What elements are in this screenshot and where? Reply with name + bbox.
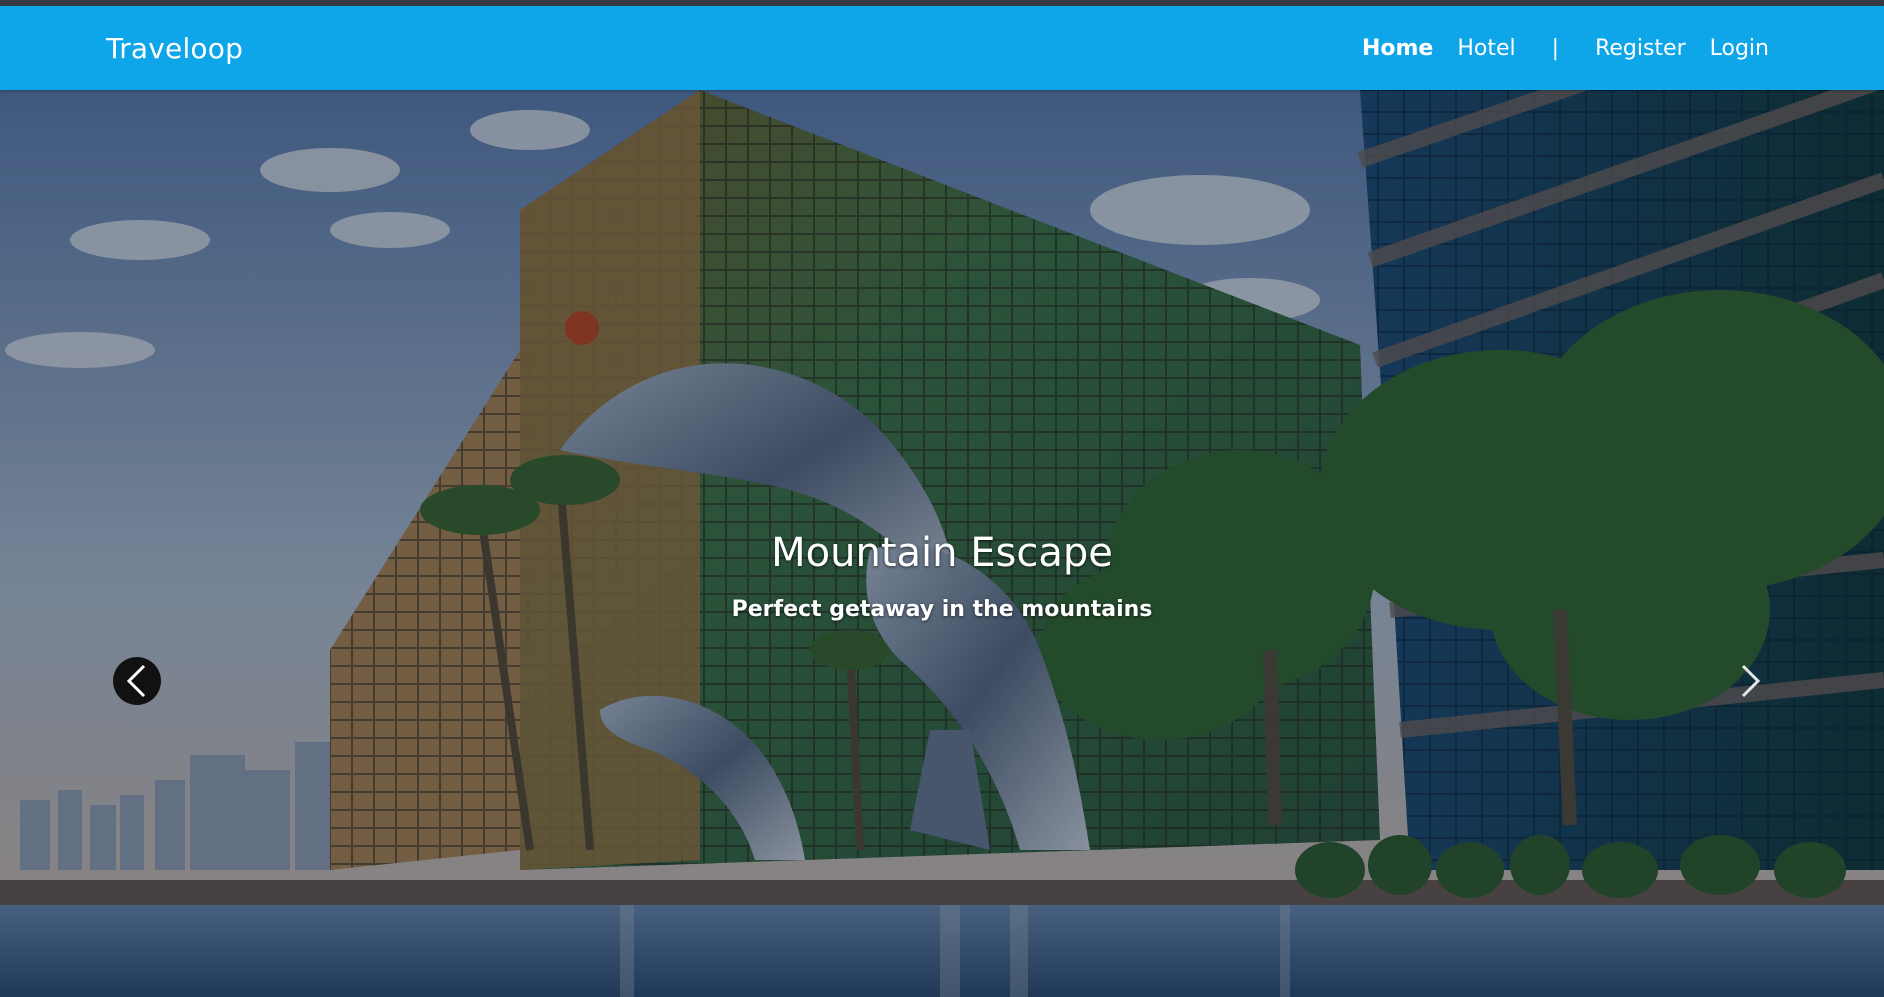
nav-link-register[interactable]: Register [1595, 36, 1686, 61]
nav-link-home[interactable]: Home [1362, 36, 1433, 61]
slide-title: Mountain Escape [771, 530, 1113, 576]
carousel-next-button[interactable] [1726, 657, 1774, 705]
nav-links: Home Hotel | Register Login [1362, 36, 1769, 61]
slide-subtitle: Perfect getaway in the mountains [731, 597, 1153, 622]
chevron-right-icon [1741, 664, 1761, 698]
chevron-left-icon [126, 664, 146, 698]
nav-link-login[interactable]: Login [1710, 36, 1769, 61]
nav-link-hotel[interactable]: Hotel [1457, 36, 1515, 61]
nav-separator: | [1551, 36, 1560, 61]
brand-logo[interactable]: Traveloop [106, 32, 243, 65]
hero-carousel: Mountain Escape Perfect getaway in the m… [0, 90, 1884, 997]
carousel-prev-button[interactable] [113, 657, 161, 705]
navbar: Traveloop Home Hotel | Register Login [0, 6, 1884, 90]
